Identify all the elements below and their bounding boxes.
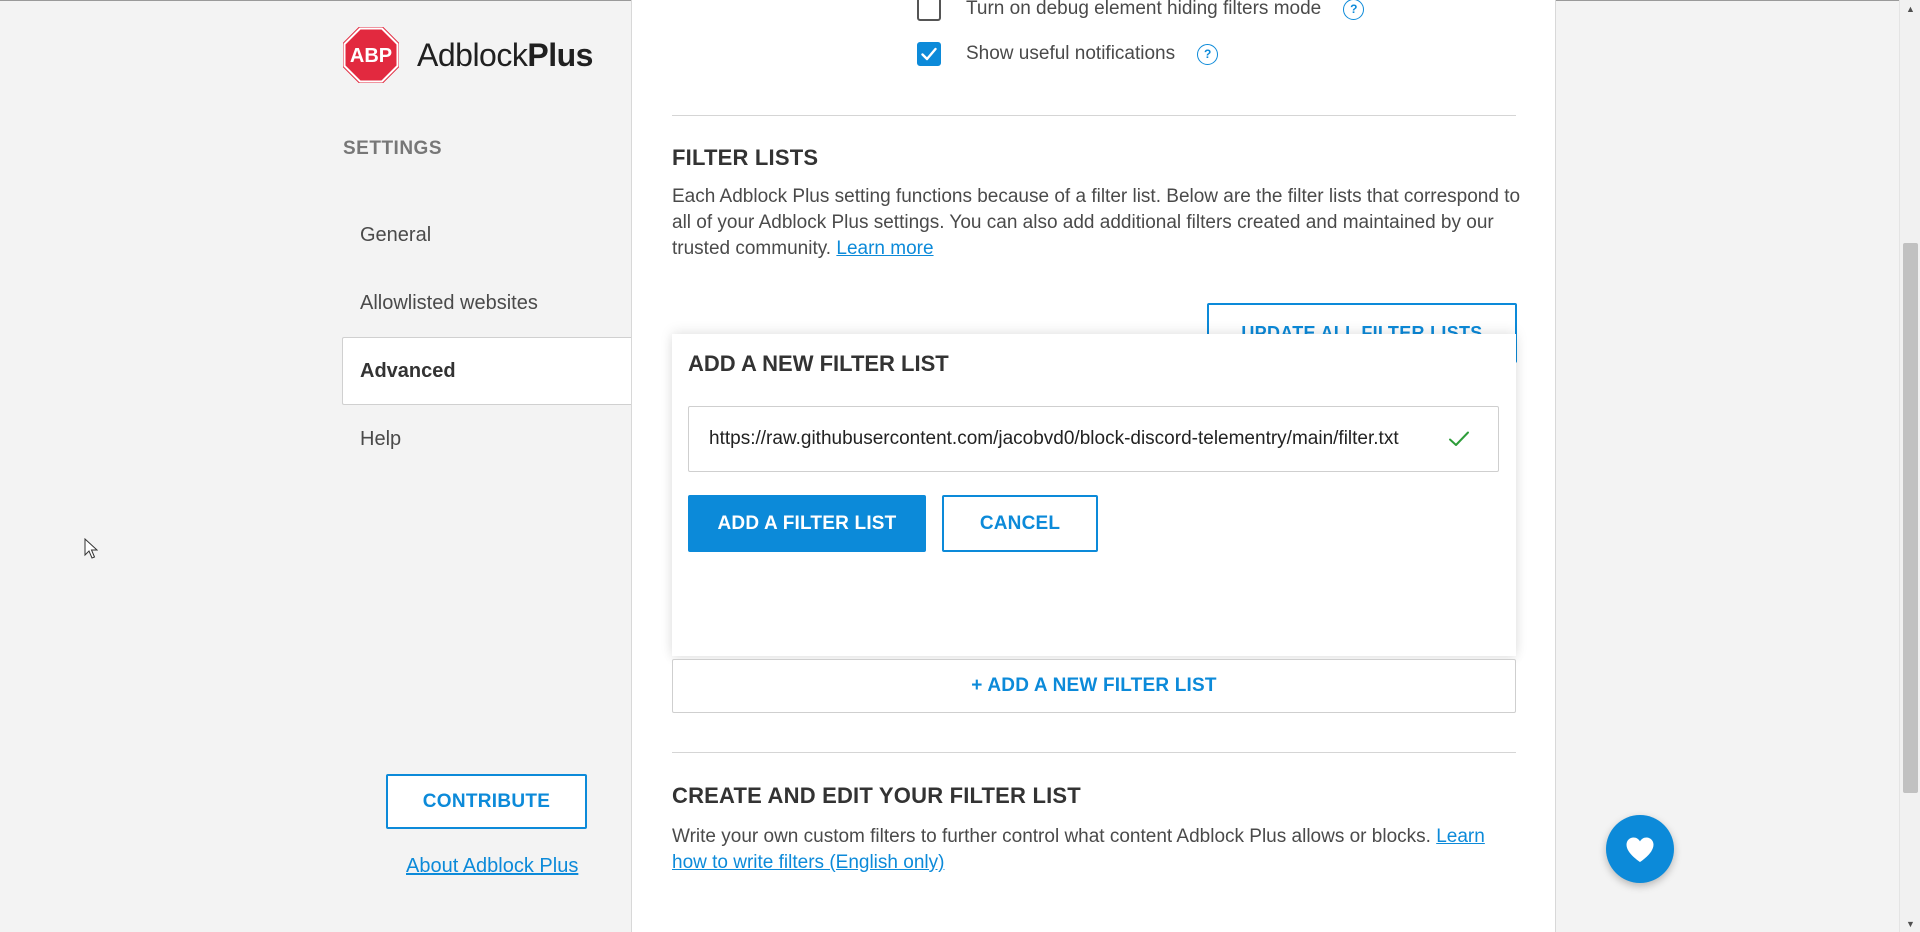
add-filter-list-button[interactable]: ADD A FILTER LIST — [688, 495, 926, 552]
mouse-cursor-icon — [84, 538, 98, 559]
scrollbar-thumb[interactable] — [1903, 243, 1918, 793]
learn-more-link[interactable]: Learn more — [836, 238, 933, 259]
about-link[interactable]: About Adblock Plus — [406, 855, 578, 878]
add-filter-list-panel: ADD A NEW FILTER LIST ADD A FILTER LIST … — [672, 334, 1516, 656]
main-panel: Turn on debug element hiding filters mod… — [631, 0, 1556, 932]
brand-name: AdblockPlus — [417, 37, 593, 74]
contribute-button[interactable]: CONTRIBUTE — [386, 774, 587, 829]
help-icon[interactable]: ? — [1343, 0, 1365, 20]
nav-item-allowlisted-websites[interactable]: Allowlisted websites — [342, 269, 631, 337]
logo-text: ABP — [350, 45, 392, 67]
valid-checkmark-icon — [1449, 431, 1469, 446]
notifications-option-row: Show useful notifications ? — [917, 42, 1219, 66]
add-filter-list-title: ADD A NEW FILTER LIST — [688, 351, 949, 376]
help-icon[interactable]: ? — [1197, 43, 1219, 65]
nav-item-advanced[interactable]: Advanced — [342, 337, 631, 405]
custom-filters-description-text: Write your own custom filters to further… — [672, 826, 1431, 847]
debug-checkbox[interactable] — [917, 0, 941, 21]
debug-option-label: Turn on debug element hiding filters mod… — [966, 0, 1322, 19]
page-scrollbar[interactable]: ▲ ▼ — [1899, 0, 1920, 932]
notifications-option-label: Show useful notifications — [966, 43, 1176, 64]
custom-filters-title: CREATE AND EDIT YOUR FILTER LIST — [672, 783, 1081, 808]
debug-option-row: Turn on debug element hiding filters mod… — [917, 0, 1365, 21]
heart-icon — [1626, 837, 1654, 862]
filter-lists-description: Each Adblock Plus setting functions beca… — [672, 184, 1522, 262]
cancel-button[interactable]: CANCEL — [942, 495, 1098, 552]
notifications-checkbox[interactable] — [917, 42, 941, 66]
add-new-filter-list-button[interactable]: + ADD A NEW FILTER LIST — [672, 659, 1516, 713]
checkmark-icon — [921, 47, 937, 61]
scroll-up-arrow-icon[interactable]: ▲ — [1900, 0, 1920, 17]
brand-name-light: Adblock — [417, 36, 528, 73]
nav-item-general[interactable]: General — [342, 201, 631, 269]
settings-heading: SETTINGS — [343, 138, 443, 159]
section-divider — [672, 752, 1516, 753]
settings-nav: General Allowlisted websites Advanced He… — [342, 201, 631, 473]
brand-name-bold: Plus — [527, 36, 593, 73]
section-divider — [672, 115, 1516, 116]
filter-lists-description-text: Each Adblock Plus setting functions beca… — [672, 186, 1521, 259]
filter-lists-title: FILTER LISTS — [672, 145, 819, 170]
nav-item-help[interactable]: Help — [342, 405, 631, 473]
abp-logo-icon: ABP — [343, 27, 399, 83]
custom-filters-description: Write your own custom filters to further… — [672, 824, 1522, 876]
scroll-down-arrow-icon[interactable]: ▼ — [1900, 915, 1920, 932]
sidebar: ABP AdblockPlus SETTINGS General Allowli… — [0, 0, 631, 932]
brand-logo: ABP AdblockPlus — [343, 27, 593, 83]
filter-list-url-input[interactable] — [688, 406, 1499, 472]
feedback-fab[interactable] — [1606, 815, 1674, 883]
